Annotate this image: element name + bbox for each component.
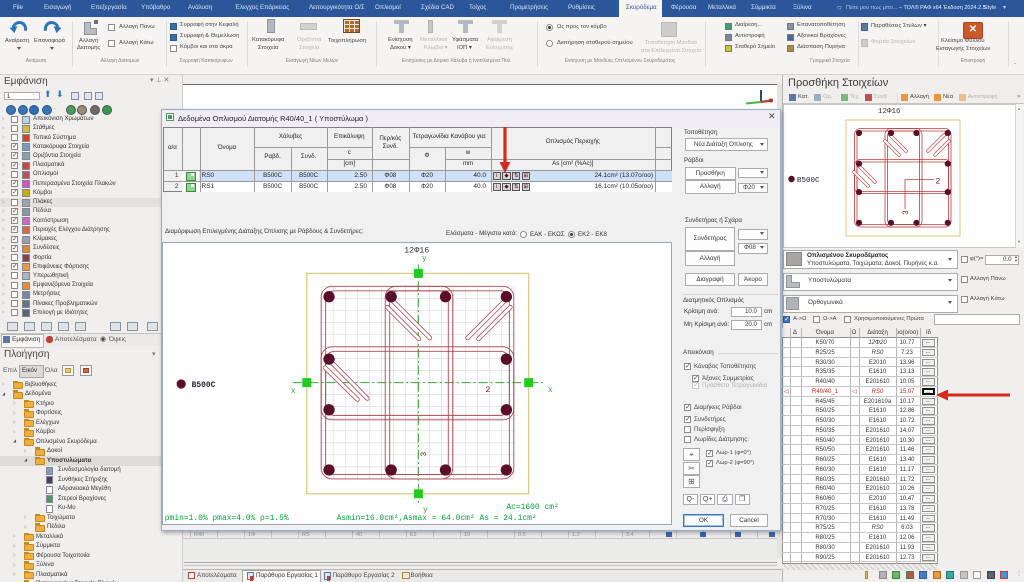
svg-text:3: 3 (420, 452, 429, 457)
svg-text:2: 2 (936, 178, 941, 187)
svg-text:ρmin=1.0% ρmax=4.0% ρ=1.5%: ρmin=1.0% ρmax=4.0% ρ=1.5% (165, 514, 289, 523)
svg-text:x: x (291, 387, 296, 396)
svg-text:x: x (548, 386, 553, 395)
svg-text:y: y (422, 255, 427, 264)
svg-text:B500C: B500C (192, 381, 216, 390)
svg-text:3: 3 (902, 210, 911, 215)
svg-text:Ac=1600 cm²: Ac=1600 cm² (506, 503, 558, 512)
svg-text:B500C: B500C (797, 177, 820, 185)
svg-text:2: 2 (486, 386, 491, 395)
svg-text:12Φ16: 12Φ16 (878, 108, 901, 116)
svg-text:Asmin=16.0cm²,Asmax = 64.0cm²: Asmin=16.0cm²,Asmax = 64.0cm² As = 24.1c… (337, 514, 537, 523)
